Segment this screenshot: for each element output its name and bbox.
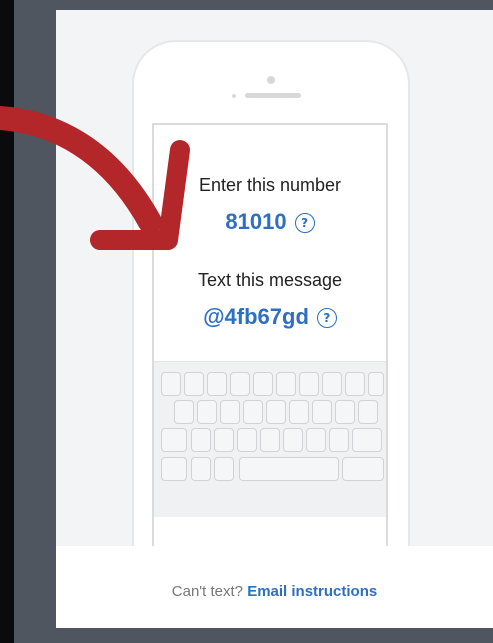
keyboard-key <box>276 372 296 396</box>
keyboard-key <box>335 400 355 424</box>
keyboard-key <box>161 428 187 452</box>
message-value: @4fb67gd <box>203 304 309 329</box>
keyboard-key <box>174 400 194 424</box>
keyboard-key <box>266 400 286 424</box>
keyboard-key <box>207 372 227 396</box>
camera-dot <box>267 76 275 84</box>
keyboard-key <box>342 457 384 481</box>
keyboard-key <box>214 428 234 452</box>
keyboard-key <box>329 428 349 452</box>
keyboard-key <box>197 400 217 424</box>
arrow-shaft <box>0 106 162 234</box>
keyboard-key <box>345 372 365 396</box>
keyboard-key <box>306 428 326 452</box>
number-value: 81010 <box>225 209 287 234</box>
keyboard-key <box>214 457 234 481</box>
message-label: Text this message <box>197 270 343 290</box>
keyboard-key <box>237 428 257 452</box>
speaker-grille <box>245 93 301 98</box>
message-value-row: @4fb67gd? <box>154 304 386 330</box>
keyboard-key <box>239 457 339 481</box>
red-arrow-annotation-icon <box>0 106 190 250</box>
keyboard-key <box>289 400 309 424</box>
keyboard-key <box>220 400 240 424</box>
keyboard-key <box>161 457 187 481</box>
keyboard-key <box>253 372 273 396</box>
help-icon[interactable]: ? <box>316 308 337 329</box>
keyboard-key <box>230 372 250 396</box>
footer-text: Can't text? Email instructions <box>56 583 493 600</box>
keyboard-key <box>322 372 342 396</box>
keyboard-key <box>299 372 319 396</box>
sensor-dot <box>232 94 236 98</box>
keyboard-key <box>260 428 280 452</box>
keyboard-key <box>184 372 204 396</box>
keyboard-key <box>191 428 211 452</box>
keyboard-illustration <box>154 361 386 517</box>
keyboard-key <box>161 372 181 396</box>
footer-bar: Can't text? Email instructions <box>56 546 493 628</box>
help-icon[interactable]: ? <box>294 213 315 234</box>
keyboard-key <box>358 400 378 424</box>
keyboard-key <box>312 400 332 424</box>
keyboard-key <box>352 428 382 452</box>
keyboard-key <box>191 457 211 481</box>
email-instructions-link[interactable]: Email instructions <box>247 583 377 600</box>
keyboard-key <box>243 400 263 424</box>
footer-prompt: Can't text? <box>171 583 244 600</box>
keyboard-key <box>283 428 303 452</box>
keyboard-key <box>368 372 384 396</box>
